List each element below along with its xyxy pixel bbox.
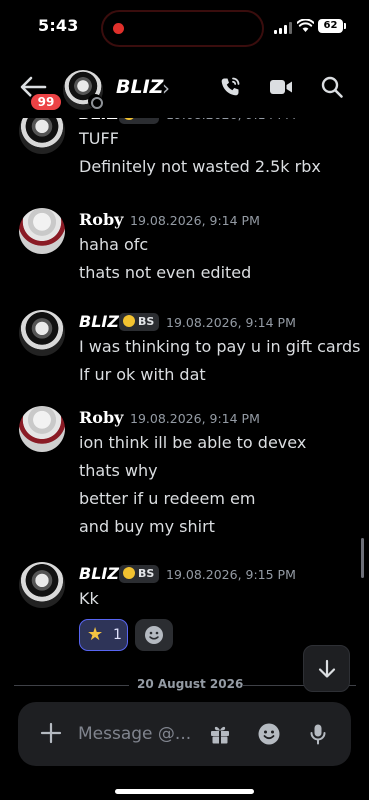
emoji-icon[interactable] — [257, 722, 281, 746]
user-tag: BS — [119, 313, 160, 331]
message-text: haha ofc — [79, 235, 149, 254]
message-author[interactable]: Roby — [79, 408, 123, 427]
divider-line — [14, 685, 129, 686]
phone-icon[interactable] — [218, 75, 242, 99]
gift-icon[interactable] — [208, 722, 232, 746]
message-composer — [18, 702, 351, 766]
message-author[interactable]: BLIZ — [79, 312, 119, 331]
home-indicator[interactable] — [115, 789, 254, 794]
avatar[interactable] — [19, 310, 65, 356]
user-tag: BS — [119, 565, 160, 583]
message-text: thats not even edited — [79, 263, 252, 282]
add-reaction-icon — [145, 626, 163, 644]
message-text: better if u redeem em — [79, 489, 256, 508]
search-icon[interactable] — [320, 75, 344, 99]
recording-indicator — [113, 23, 124, 34]
message-list[interactable]: BLIZ BS 19.08.2026, 9:14 PM TUFF Definit… — [0, 112, 369, 697]
message-timestamp: 19.08.2026, 9:15 PM — [166, 567, 296, 582]
status-time: 5:43 — [38, 16, 79, 35]
status-bar: 5:43 62 — [0, 0, 369, 56]
star-icon: ★ — [87, 624, 104, 645]
video-icon[interactable] — [268, 75, 294, 99]
channel-title[interactable]: BLIZ — [116, 76, 163, 98]
tag-label: BS — [138, 315, 155, 328]
message-author[interactable]: BLIZ — [79, 564, 119, 583]
message-text: and buy my shirt — [79, 517, 215, 536]
tag-icon — [123, 567, 135, 579]
message-text: I was thinking to pay u in gift cards — [79, 337, 361, 356]
dm-header: 99 BLIZ › — [0, 56, 369, 118]
avatar[interactable] — [19, 208, 65, 254]
message-input[interactable] — [78, 721, 196, 747]
message-timestamp: 19.08.2026, 9:14 PM — [130, 411, 260, 426]
battery-icon: 62 — [318, 19, 346, 33]
message-text: Kk — [79, 589, 99, 608]
message-text: Definitely not wasted 2.5k rbx — [79, 157, 321, 176]
arrow-down-icon — [318, 659, 336, 678]
message-author[interactable]: Roby — [79, 210, 123, 229]
tag-label: BS — [138, 567, 155, 580]
wifi-icon — [297, 19, 314, 32]
message-text: TUFF — [79, 129, 119, 148]
unread-badge: 99 — [29, 92, 63, 112]
microphone-icon[interactable] — [306, 722, 330, 746]
reaction-star[interactable]: ★ 1 — [79, 619, 128, 651]
avatar[interactable] — [19, 406, 65, 452]
message-text: If ur ok with dat — [79, 365, 206, 384]
reaction-count: 1 — [113, 627, 122, 643]
status-indicator — [88, 94, 103, 109]
avatar[interactable] — [19, 562, 65, 608]
add-reaction-button[interactable] — [135, 619, 173, 651]
jump-to-latest-button[interactable] — [303, 645, 350, 692]
scrollbar[interactable] — [361, 538, 364, 578]
plus-icon[interactable] — [40, 722, 62, 744]
dynamic-island — [101, 10, 264, 47]
date-divider-label: 20 August 2026 — [137, 677, 244, 691]
tag-icon — [123, 315, 135, 327]
avatar[interactable] — [19, 112, 65, 154]
message-timestamp: 19.08.2026, 9:14 PM — [130, 213, 260, 228]
message-text: thats why — [79, 461, 158, 480]
message-timestamp: 19.08.2026, 9:14 PM — [166, 315, 296, 330]
message-text: ion think ill be able to devex — [79, 433, 307, 452]
signal-icon — [274, 22, 292, 34]
chevron-right-icon[interactable]: › — [162, 76, 170, 100]
